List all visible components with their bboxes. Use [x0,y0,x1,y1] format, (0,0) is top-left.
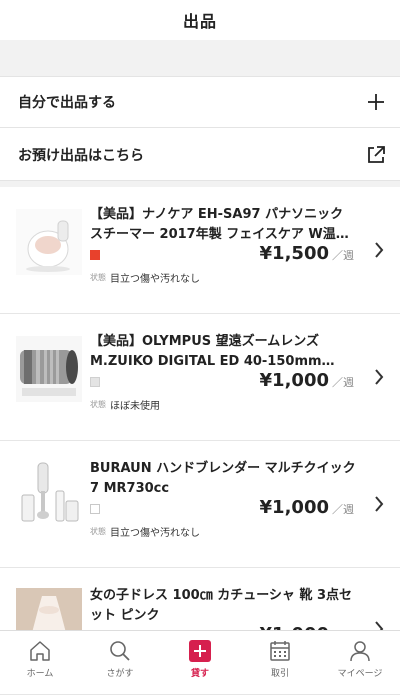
price-unit: ／週 [332,503,354,516]
condition-label: 状態 [90,273,106,282]
external-link-icon [368,145,385,163]
chevron-right-icon [375,496,384,512]
condition-value: ほぼ未使用 [110,401,160,412]
item-title: 【美品】ナノケア EH-SA97 パナソニック スチーマー 2017年製 フェイ… [90,207,344,242]
item-price: ¥1,000 ／週 [260,497,354,518]
self-listing-row[interactable]: 自分で出品する [0,76,400,128]
tab-lend[interactable]: 貸す [160,631,240,685]
color-swatch [90,377,100,387]
price-unit: ／週 [332,249,354,262]
list-item[interactable]: BURAUN ハンドブレンダー マルチクイック 7 MR730cc ¥1,000… [0,441,400,568]
item-condition: 状態 ほぼ未使用 [90,397,160,412]
header-spacer [0,40,400,76]
color-swatch [90,504,100,514]
item-condition: 状態 目立つ傷や汚れなし [90,270,200,285]
price-amount: ¥1,500 [259,243,329,264]
item-title: 【美品】OLYMPUS 望遠ズームレンズ M.ZUIKO DIGITAL ED … [90,334,322,369]
condition-value: 目立つ傷や汚れなし [110,528,200,539]
bottom-tab-bar: ホーム さがす 貸す 取引 マイページ [0,630,400,685]
person-icon [350,641,370,662]
tab-search[interactable]: さがす [80,631,160,685]
chevron-right-icon [375,242,384,258]
list-item[interactable]: 【美品】ナノケア EH-SA97 パナソニック スチーマー 2017年製 フェイ… [0,187,400,314]
tab-home[interactable]: ホーム [0,631,80,685]
price-amount: ¥1,000 [259,497,329,518]
list-item[interactable]: 【美品】OLYMPUS 望遠ズームレンズ M.ZUIKO DIGITAL ED … [0,314,400,441]
plus-icon [368,94,384,110]
tab-label: 貸す [190,669,209,679]
condition-value: 目立つ傷や汚れなし [110,274,200,285]
price-unit: ／週 [332,376,354,389]
tab-label: さがす [106,669,134,679]
tab-label: 取引 [270,669,289,679]
calendar-icon [270,641,290,661]
tab-label: ホーム [26,669,54,679]
item-thumbnail [16,336,82,402]
price-amount: ¥1,000 [259,370,329,391]
self-listing-label: 自分で出品する [18,95,116,111]
item-thumbnail [16,461,82,527]
item-price: ¥1,000 ／週 [260,370,354,391]
chevron-right-icon [375,369,384,385]
condition-label: 状態 [90,527,106,536]
consignment-label: お預け出品はこちら [18,147,144,164]
consignment-row[interactable]: お預け出品はこちら [0,129,400,181]
tab-mypage[interactable]: マイページ [320,631,400,685]
item-condition: 状態 目立つ傷や汚れなし [90,524,200,539]
top-header: 出品 [0,0,400,40]
search-icon [110,641,130,661]
condition-label: 状態 [90,400,106,409]
plus-square-icon [189,640,211,662]
item-title: 女の子ドレス 100㎝ カチューシャ 靴 3点セット ピンク [90,588,353,623]
tab-label: マイページ [337,669,383,679]
item-title: BURAUN ハンドブレンダー マルチクイック 7 MR730cc [90,461,356,496]
color-swatch [90,250,100,260]
tab-transactions[interactable]: 取引 [240,631,320,685]
item-price: ¥1,500 ／週 [260,243,354,264]
page-title: 出品 [182,12,217,31]
home-icon [30,641,50,661]
item-thumbnail [16,209,82,275]
